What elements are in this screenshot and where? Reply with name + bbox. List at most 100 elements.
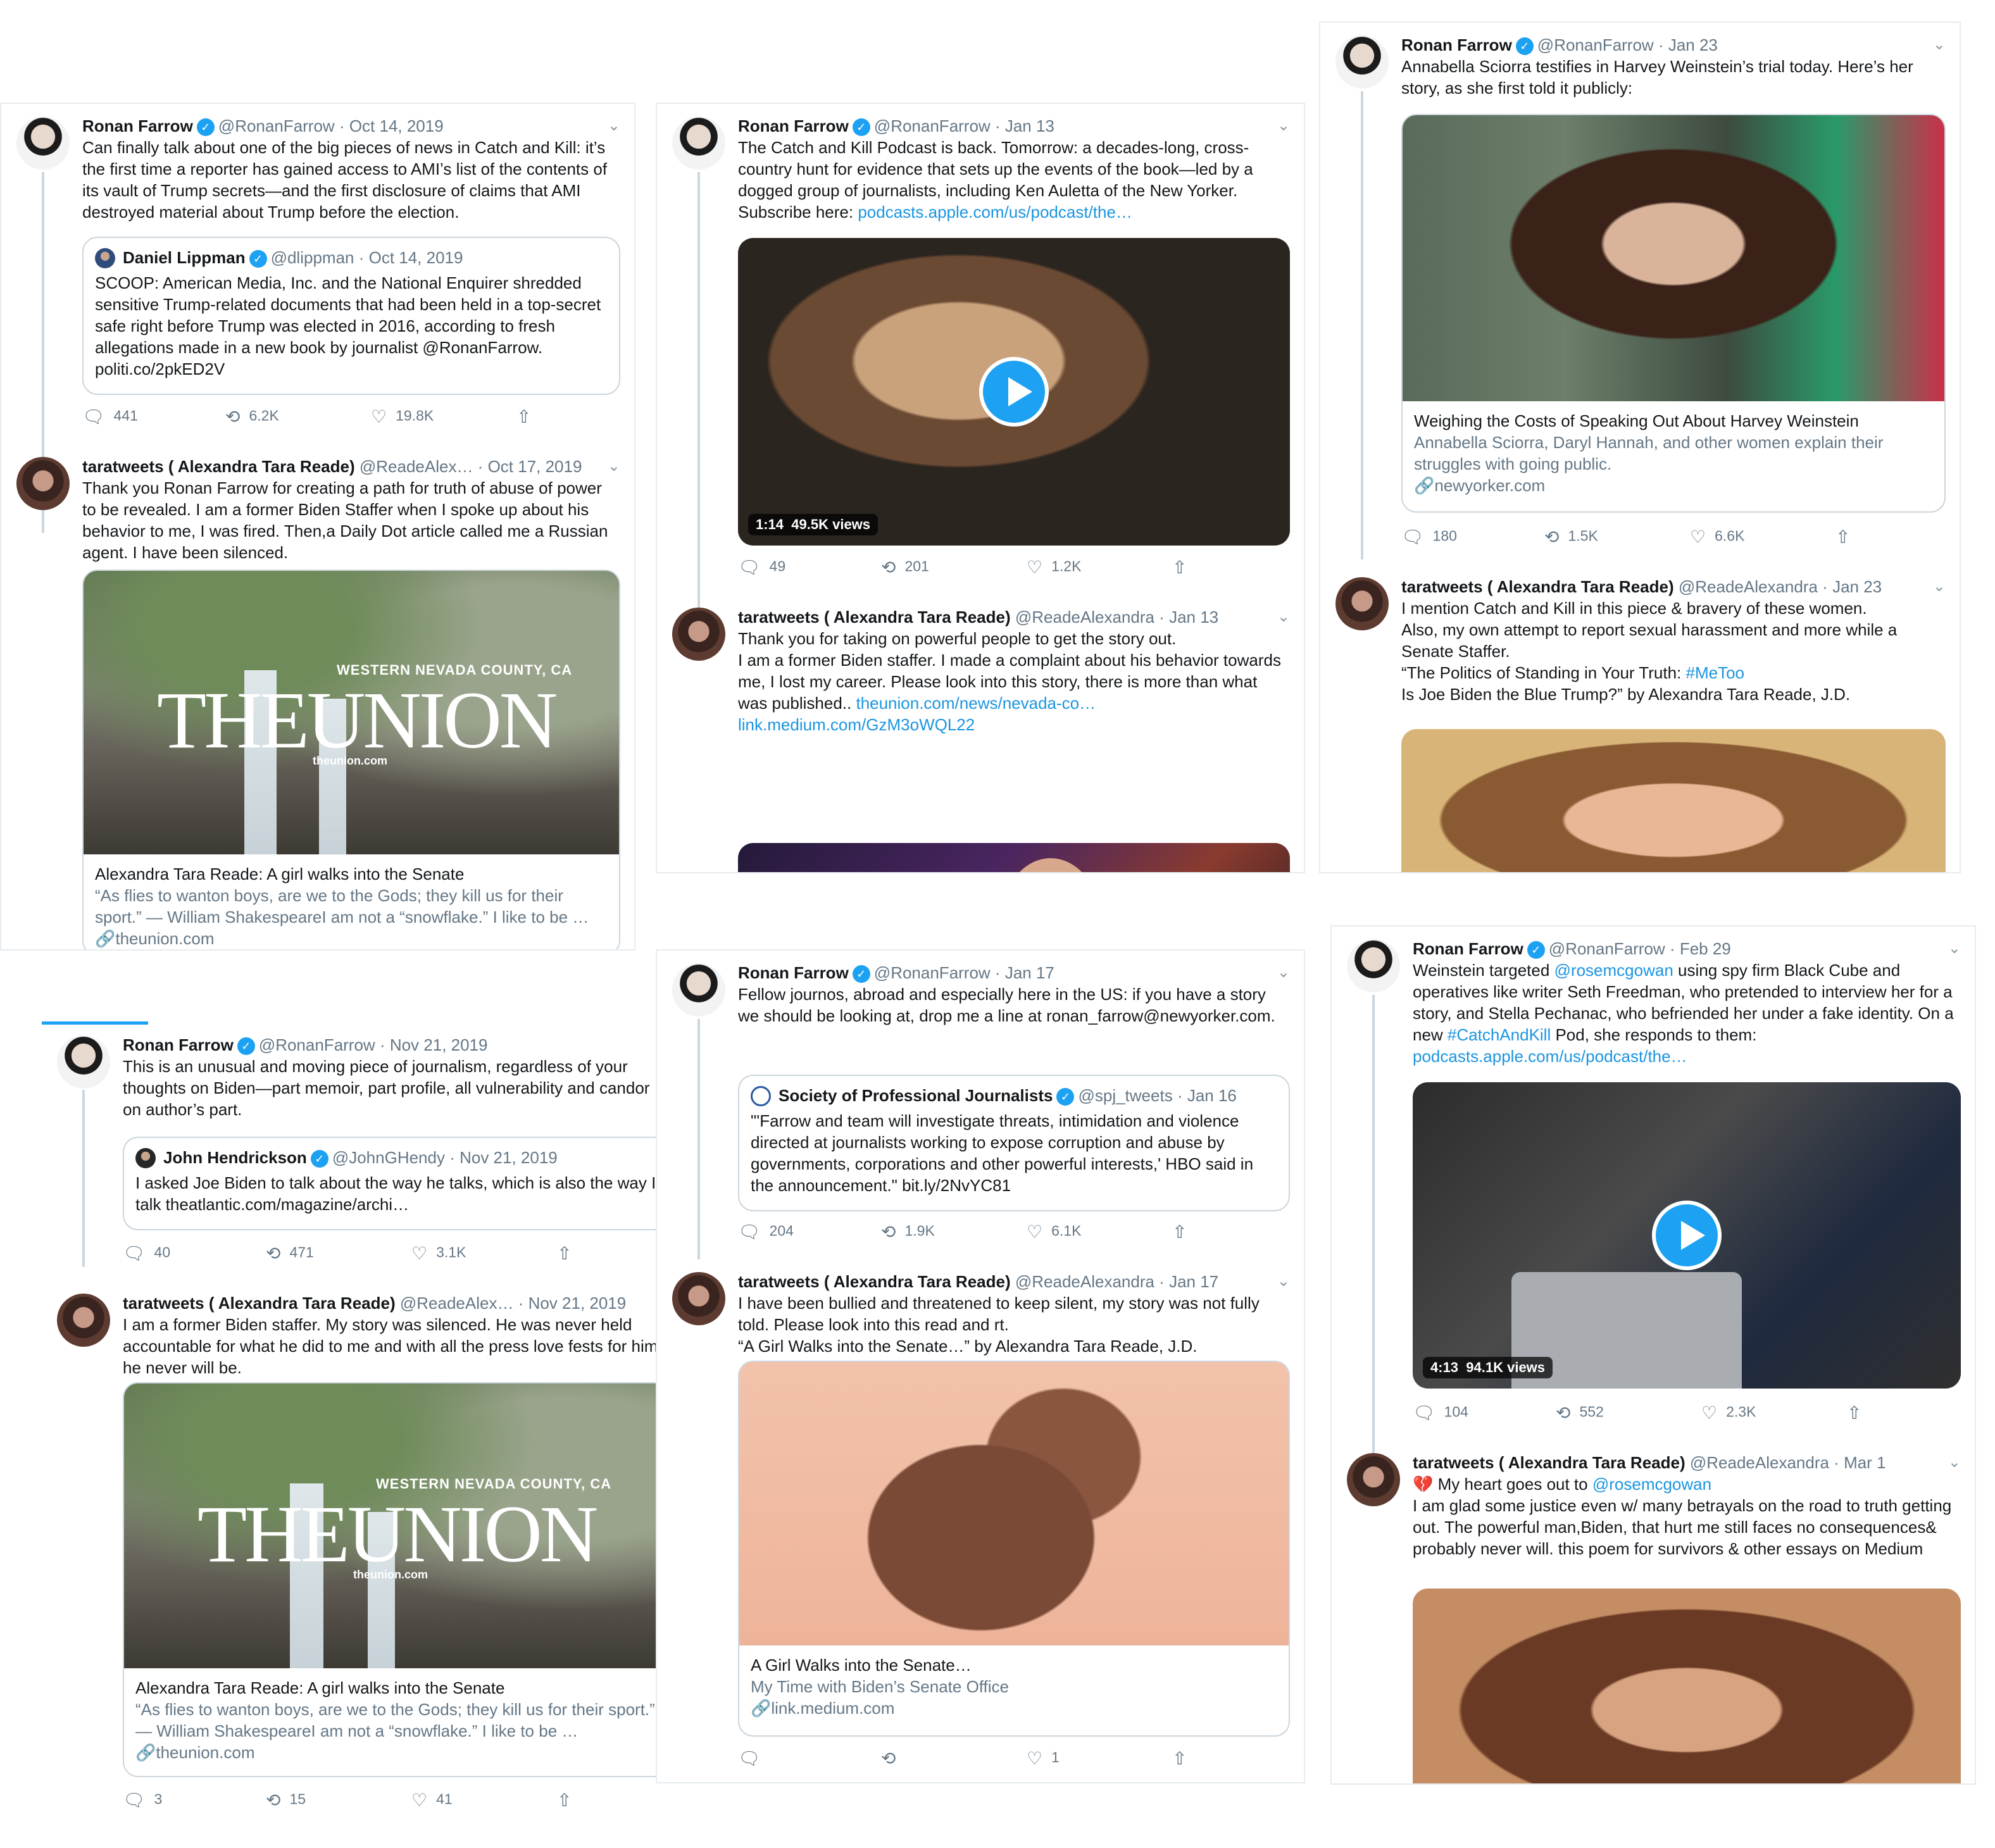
- retweet-button[interactable]: ⟲ 1.5K: [1544, 527, 1598, 547]
- like-button[interactable]: ♡ 1: [1027, 1748, 1060, 1769]
- tweet-date[interactable]: Nov 21, 2019: [528, 1294, 627, 1313]
- chevron-down-icon[interactable]: ⌄: [1933, 35, 1946, 54]
- reply-button[interactable]: 🗨 40: [123, 1243, 170, 1264]
- chevron-down-icon[interactable]: ⌄: [1277, 1272, 1290, 1290]
- author-handle[interactable]: @ReadeAlexandra: [1015, 1272, 1154, 1291]
- reply-button[interactable]: 🗨 49: [738, 557, 785, 578]
- author-handle[interactable]: @RonanFarrow: [874, 116, 991, 135]
- like-button[interactable]: ♡ 2.3K: [1701, 1402, 1756, 1423]
- avatar[interactable]: [672, 963, 725, 1016]
- like-button[interactable]: ♡ 6.6K: [1690, 527, 1744, 547]
- avatar[interactable]: [1347, 1453, 1400, 1506]
- like-button[interactable]: ♡ 6.1K: [1027, 1221, 1081, 1242]
- author-handle[interactable]: @ReadeAlexandra: [1679, 577, 1818, 596]
- author-name[interactable]: taratweets ( Alexandra Tara Reade): [1413, 1453, 1685, 1472]
- reply-button[interactable]: 🗨 180: [1401, 527, 1457, 547]
- author-handle[interactable]: @RonanFarrow: [1537, 35, 1654, 54]
- author-name[interactable]: Ronan Farrow: [738, 963, 849, 982]
- avatar[interactable]: [672, 608, 725, 661]
- reply-button[interactable]: 🗨 204: [738, 1221, 794, 1242]
- author-name[interactable]: Ronan Farrow: [1401, 35, 1512, 54]
- hashtag-link[interactable]: #MeToo: [1685, 663, 1744, 682]
- tweet-date[interactable]: Jan 23: [1668, 35, 1718, 54]
- share-button[interactable]: ⇧: [1172, 1748, 1196, 1769]
- author-name[interactable]: Ronan Farrow: [1413, 939, 1523, 958]
- like-button[interactable]: ♡ 3.1K: [411, 1243, 466, 1264]
- chevron-down-icon[interactable]: ⌄: [1933, 577, 1946, 596]
- like-button[interactable]: ♡ 41: [411, 1790, 453, 1811]
- author-handle[interactable]: @RonanFarrow: [218, 116, 335, 135]
- tweet-date[interactable]: Jan 17: [1169, 1272, 1218, 1291]
- link-card[interactable]: A Girl Walks into the Senate… My Time wi…: [738, 1361, 1290, 1737]
- reply-button[interactable]: 🗨: [738, 1748, 770, 1769]
- share-button[interactable]: ⇧: [1836, 527, 1859, 547]
- author-name[interactable]: Ronan Farrow: [738, 116, 849, 135]
- tweet-image[interactable]: [1401, 729, 1946, 872]
- avatar[interactable]: [672, 1272, 725, 1325]
- retweet-button[interactable]: ⟲ 15: [266, 1790, 306, 1811]
- tweet-date[interactable]: Feb 29: [1680, 939, 1731, 958]
- tweet-date[interactable]: Jan 13: [1005, 116, 1054, 135]
- author-handle[interactable]: @ReadeAlexandra: [1015, 608, 1154, 627]
- author-handle[interactable]: @ReadeAlexandra: [1690, 1453, 1829, 1472]
- chevron-down-icon[interactable]: ⌄: [1277, 116, 1290, 135]
- tweet-link[interactable]: link.medium.com/GzM3oWQL22: [738, 714, 1289, 735]
- link-card[interactable]: Weighing the Costs of Speaking Out About…: [1401, 114, 1946, 513]
- quoted-tweet[interactable]: Society of Professional Journalists ✓ @spj…: [738, 1075, 1290, 1211]
- avatar[interactable]: [16, 116, 70, 170]
- retweet-button[interactable]: ⟲ 552: [1556, 1402, 1604, 1423]
- video-player[interactable]: 1:14 49.5K views: [738, 238, 1290, 546]
- share-button[interactable]: ⇧: [557, 1243, 580, 1264]
- tweet-date[interactable]: Mar 1: [1844, 1453, 1886, 1472]
- like-button[interactable]: ♡ 1.2K: [1027, 557, 1081, 578]
- author-name[interactable]: taratweets ( Alexandra Tara Reade): [123, 1294, 396, 1313]
- share-button[interactable]: ⇧: [1172, 557, 1196, 578]
- tweet-date[interactable]: Jan 17: [1005, 963, 1054, 982]
- quoted-tweet[interactable]: John Hendrickson ✓ @JohnGHendy · Nov 21, 2…: [123, 1137, 679, 1230]
- share-button[interactable]: ⇧: [1847, 1402, 1870, 1423]
- chevron-down-icon[interactable]: ⌄: [608, 457, 620, 475]
- author-name[interactable]: taratweets ( Alexandra Tara Reade): [82, 457, 355, 476]
- quoted-tweet[interactable]: Daniel Lippman ✓ @dlippman · Oct 14, 2019 …: [82, 237, 620, 395]
- tweet-link[interactable]: podcasts.apple.com/us/podcast/the…: [858, 203, 1132, 222]
- tweet-date[interactable]: Oct 17, 2019: [488, 457, 582, 476]
- author-handle[interactable]: @ReadeAlex…: [400, 1294, 514, 1313]
- link-card[interactable]: WESTERN NEVADA COUNTY, CA THEUNION theun…: [123, 1382, 679, 1777]
- retweet-button[interactable]: ⟲ 6.2K: [225, 406, 279, 427]
- mention-link[interactable]: @rosemcgowan: [1592, 1475, 1711, 1494]
- avatar[interactable]: [1335, 35, 1389, 89]
- tweet-date[interactable]: Jan 13: [1169, 608, 1218, 627]
- like-button[interactable]: ♡ 19.8K: [371, 406, 434, 427]
- author-handle[interactable]: @ReadeAlex…: [360, 457, 473, 476]
- tweet-date[interactable]: Jan 23: [1832, 577, 1882, 596]
- reply-button[interactable]: 🗨 441: [82, 406, 138, 427]
- link-card[interactable]: WESTERN NEVADA COUNTY, CA THEUNION theun…: [82, 570, 620, 949]
- play-icon[interactable]: [979, 357, 1049, 427]
- author-name[interactable]: taratweets ( Alexandra Tara Reade): [1401, 577, 1674, 596]
- retweet-button[interactable]: ⟲ 471: [266, 1243, 314, 1264]
- author-name[interactable]: taratweets ( Alexandra Tara Reade): [738, 1272, 1011, 1291]
- tweet-image[interactable]: [1413, 1589, 1961, 1783]
- chevron-down-icon[interactable]: ⌄: [1948, 1453, 1961, 1471]
- retweet-button[interactable]: ⟲ 201: [881, 557, 929, 578]
- avatar[interactable]: [57, 1294, 110, 1347]
- author-name[interactable]: Ronan Farrow: [123, 1035, 234, 1054]
- chevron-down-icon[interactable]: ⌄: [608, 116, 620, 135]
- tweet-date[interactable]: Oct 14, 2019: [349, 116, 444, 135]
- hashtag-link[interactable]: #CatchAndKill: [1448, 1025, 1551, 1044]
- video-player[interactable]: 4:13 94.1K views: [1413, 1082, 1961, 1389]
- avatar[interactable]: [672, 116, 725, 170]
- tweet-image[interactable]: [738, 843, 1290, 872]
- retweet-button[interactable]: ⟲ 1.9K: [881, 1221, 935, 1242]
- share-button[interactable]: ⇧: [557, 1790, 580, 1811]
- play-icon[interactable]: [1652, 1201, 1722, 1270]
- author-handle[interactable]: @RonanFarrow: [259, 1035, 375, 1054]
- tweet-link[interactable]: theunion.com/news/nevada-co…: [856, 694, 1096, 713]
- tweet-date[interactable]: Nov 21, 2019: [390, 1035, 488, 1054]
- reply-button[interactable]: 🗨 3: [123, 1790, 162, 1811]
- avatar[interactable]: [1347, 939, 1400, 992]
- author-name[interactable]: Ronan Farrow: [82, 116, 193, 135]
- author-handle[interactable]: @RonanFarrow: [1549, 939, 1665, 958]
- chevron-down-icon[interactable]: ⌄: [1277, 608, 1290, 626]
- avatar[interactable]: [16, 457, 70, 510]
